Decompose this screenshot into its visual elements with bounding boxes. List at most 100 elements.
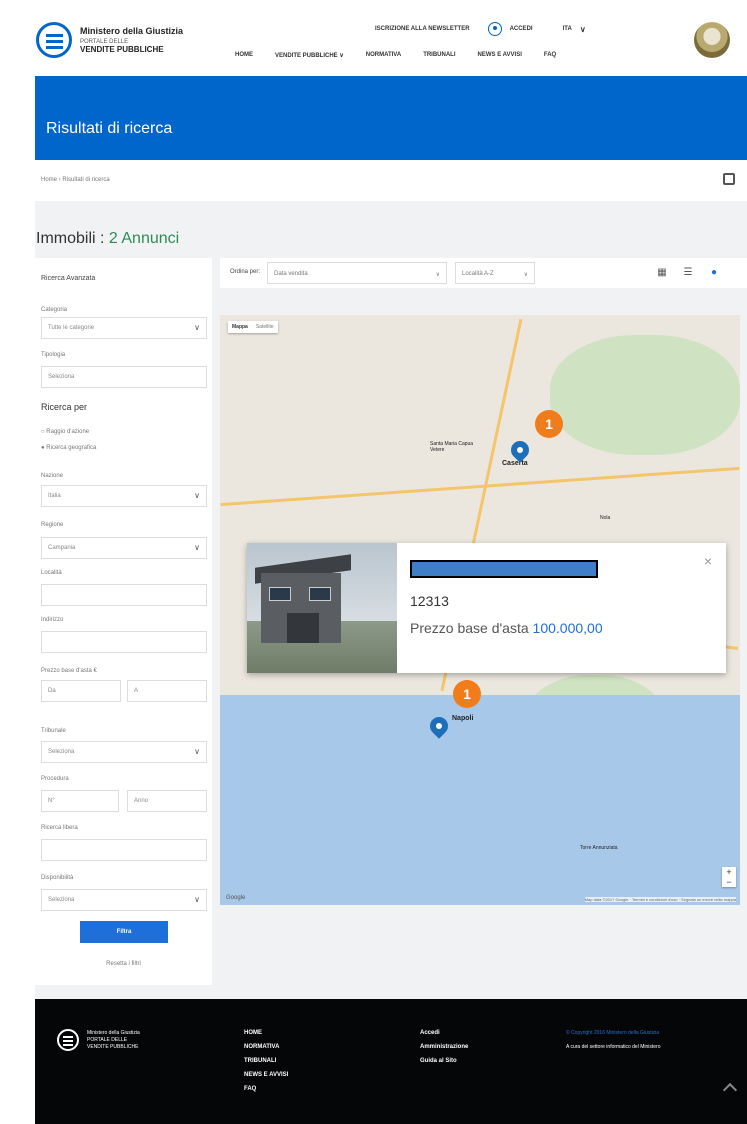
ministry-logo-icon — [36, 22, 72, 58]
footer-link-faq[interactable]: FAQ — [244, 1082, 288, 1096]
footer-copyright: © Copyright 2016 Ministero della Giustiz… — [566, 1026, 746, 1054]
house-garage-shape — [287, 613, 319, 643]
advanced-search-title: Ricerca Avanzata — [41, 275, 96, 282]
page-title: Risultati di ricerca — [46, 120, 173, 137]
chevron-down-icon: ∨ — [194, 895, 200, 904]
map-city-label: Napoli — [452, 715, 474, 722]
nazione-select[interactable]: Italia ∨ — [41, 485, 207, 507]
map-type-button[interactable]: Mappa — [228, 321, 252, 333]
regione-value: Campania — [48, 545, 76, 551]
annotation-badge: 1 — [535, 410, 563, 438]
footer-link-home[interactable]: HOME — [244, 1026, 288, 1040]
localita-label: Località — [41, 570, 62, 576]
chevron-down-icon: ∨ — [194, 747, 200, 756]
language-value: ITA — [562, 26, 572, 32]
procedura-anno-input[interactable]: Anno — [127, 790, 207, 812]
nav-tribunali[interactable]: TRIBUNALI — [423, 52, 455, 59]
disponibilita-value: Seleziona — [48, 897, 75, 903]
radio-ricerca-geografica[interactable]: ● Ricerca geografica — [41, 445, 96, 451]
nav-normativa[interactable]: NORMATIVA — [366, 52, 401, 59]
tipologia-label: Tipologia — [41, 352, 66, 358]
language-selector[interactable]: ITA ∨ — [563, 25, 586, 34]
procedura-numero-placeholder: N° — [48, 798, 55, 804]
filter-button[interactable]: Filtra — [80, 921, 168, 943]
zoom-in-button[interactable]: + — [722, 867, 736, 877]
print-icon[interactable] — [723, 173, 735, 185]
footer-logo-portal-name: VENDITE PUBBLICHE — [87, 1043, 139, 1050]
regione-select[interactable]: Campania ∨ — [41, 537, 207, 559]
prezzo-label: Prezzo base d'asta € — [41, 668, 97, 674]
map-view-icon[interactable]: ● — [708, 267, 720, 279]
sort-select[interactable]: Località A-Z ∨ — [455, 262, 535, 284]
footer-link-normativa[interactable]: NORMATIVA — [244, 1040, 288, 1054]
footer-link-tribunali[interactable]: TRIBUNALI — [244, 1054, 288, 1068]
categoria-select[interactable]: Tutte le categorie ∨ — [41, 317, 207, 339]
regione-label: Regione — [41, 522, 64, 528]
satellite-type-button[interactable]: Satellite — [252, 321, 278, 333]
map-attribution[interactable]: Map data ©2017 Google · Termini e condiz… — [584, 897, 736, 902]
nav-news-avvisi[interactable]: NEWS E AVVISI — [478, 52, 522, 59]
sort-value: Località A-Z — [462, 271, 494, 277]
credit-text: A cura del settore informatico del Minis… — [566, 1044, 661, 1050]
google-logo: Google — [226, 895, 246, 901]
prezzo-a-placeholder: A — [134, 688, 139, 694]
radio-raggio-azione[interactable]: ○ Raggio d'azione — [41, 429, 89, 435]
list-view-icon[interactable]: ☰ — [682, 267, 694, 279]
procedura-numero-input[interactable]: N° — [41, 790, 119, 812]
map-green-area — [550, 335, 740, 455]
disponibilita-label: Disponibilità — [41, 875, 74, 881]
order-value: Data vendita — [274, 271, 308, 277]
indirizzo-input[interactable] — [41, 631, 207, 653]
tipologia-value: Seleziona — [48, 374, 75, 380]
tribunale-select[interactable]: Seleziona ∨ — [41, 741, 207, 763]
map-city-label: Nola — [600, 515, 611, 521]
tipologia-select[interactable]: Seleziona — [41, 366, 207, 388]
map-city-label: Caserta — [502, 460, 528, 467]
chevron-down-icon: ∨ — [194, 543, 200, 552]
ministry-logo[interactable]: Ministero della Giustizia PORTALE DELLE … — [36, 22, 183, 58]
tribunale-label: Tribunale — [41, 728, 66, 734]
map-marker-icon[interactable] — [507, 437, 533, 463]
chevron-down-icon: ∨ — [194, 323, 200, 332]
main-nav: HOME VENDITE PUBBLICHE ∨ NORMATIVA TRIBU… — [235, 52, 578, 59]
back-to-top-icon[interactable] — [722, 1082, 738, 1098]
localita-input[interactable] — [41, 584, 207, 606]
chevron-down-icon: ∨ — [194, 491, 200, 500]
login-label: ACCEDI — [509, 26, 533, 32]
reset-filters-link[interactable]: Resetta i filtri — [35, 961, 212, 967]
footer-logo-portal-label: PORTALE DELLE — [87, 1036, 128, 1043]
annotation-badge: 1 — [453, 680, 481, 708]
prezzo-da-input[interactable]: Da — [41, 680, 121, 702]
breadcrumb[interactable]: Home › Risultati di ricerca — [41, 177, 110, 183]
order-select[interactable]: Data vendita ∨ — [267, 262, 447, 284]
newsletter-link[interactable]: ISCRIZIONE ALLA NEWSLETTER — [375, 26, 470, 32]
listing-photo[interactable] — [247, 543, 397, 673]
close-icon[interactable]: × — [704, 553, 712, 569]
nazione-label: Nazione — [41, 473, 64, 479]
tribunale-value: Seleziona — [48, 749, 75, 755]
nav-faq[interactable]: FAQ — [544, 52, 556, 59]
zoom-out-button[interactable]: − — [722, 877, 736, 887]
listing-popup[interactable]: 12313 Prezzo base d'asta 100.000,00 × — [247, 543, 726, 673]
footer-link-amministrazione[interactable]: Amministrazione — [420, 1040, 468, 1054]
footer-link-accedi[interactable]: Accedi — [420, 1026, 468, 1040]
footer-link-news[interactable]: NEWS E AVVISI — [244, 1068, 288, 1082]
prezzo-da-placeholder: Da — [48, 688, 56, 694]
house-window-shape — [309, 587, 331, 601]
ricerca-libera-input[interactable] — [41, 839, 207, 861]
login-link[interactable]: ACCEDI — [487, 22, 533, 36]
logo-portal-label: PORTALE DELLE — [80, 38, 129, 45]
prezzo-a-input[interactable]: A — [127, 680, 207, 702]
price-label: Prezzo base d'asta — [410, 620, 529, 636]
categoria-value: Tutte le categorie — [48, 325, 95, 331]
footer-logo[interactable]: Ministero della Giustizia PORTALE DELLE … — [57, 1029, 140, 1051]
disponibilita-select[interactable]: Seleziona ∨ — [41, 889, 207, 911]
nav-vendite-pubbliche[interactable]: VENDITE PUBBLICHE ∨ — [275, 52, 344, 59]
ministry-logo-icon — [57, 1029, 79, 1051]
grid-view-icon[interactable]: ▦ — [656, 267, 668, 279]
nav-home[interactable]: HOME — [235, 52, 253, 59]
footer-link-guida[interactable]: Guida al Sito — [420, 1054, 468, 1068]
procedura-label: Procedura — [41, 776, 69, 782]
house-window-shape — [269, 587, 291, 601]
italian-emblem-icon — [694, 22, 730, 58]
